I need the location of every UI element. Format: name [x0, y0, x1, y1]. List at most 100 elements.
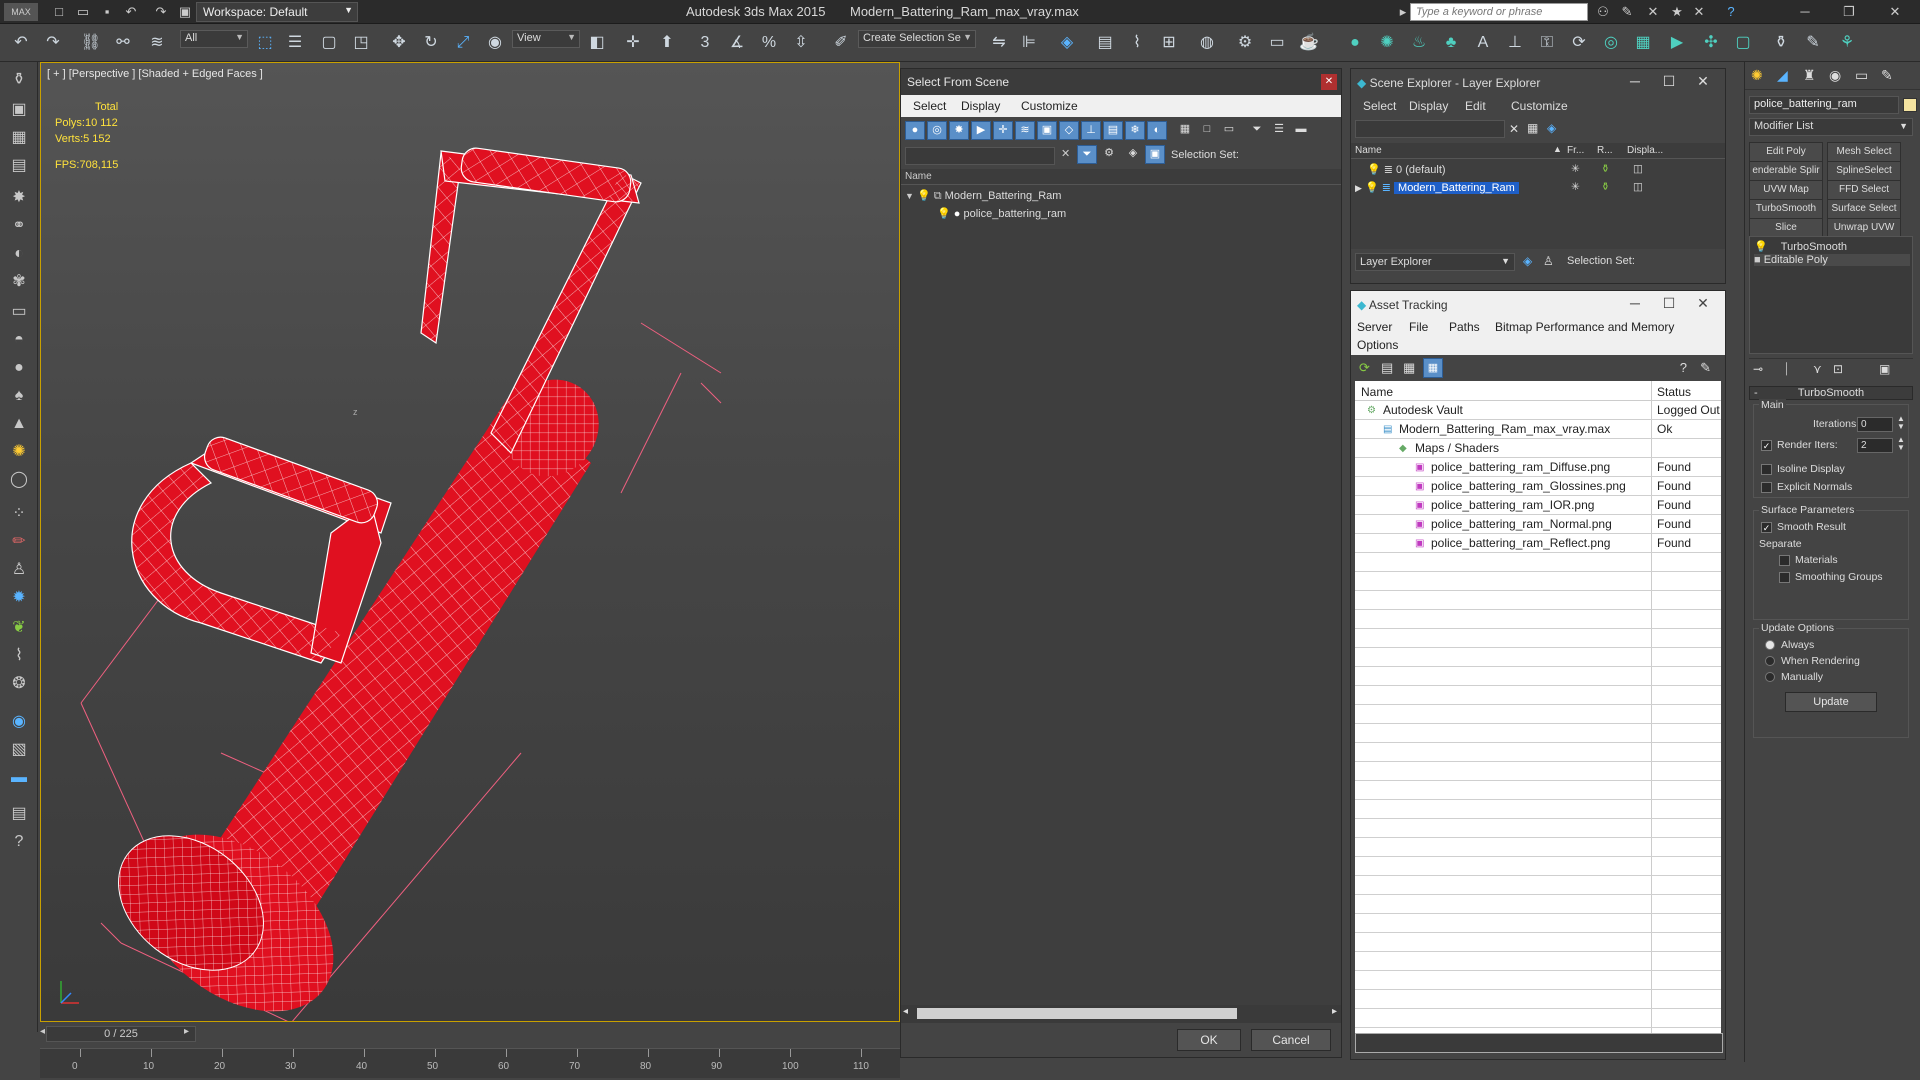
filter-options-icon[interactable]: ☰ [1269, 121, 1289, 140]
utilities-tab-icon[interactable]: ✎ [1881, 67, 1893, 84]
manage-icon[interactable]: ▧ [7, 738, 31, 762]
refresh-icon[interactable]: ⟳ [1359, 360, 1370, 376]
object-color-swatch[interactable] [1903, 98, 1917, 112]
sphere-icon[interactable]: ◎ [1600, 32, 1622, 54]
camera-icon[interactable]: ◐ [7, 242, 31, 266]
minimize-icon[interactable]: ─ [1625, 295, 1645, 313]
sun-icon[interactable]: ✺ [7, 440, 31, 464]
dots-icon[interactable]: ⁘ [7, 502, 31, 526]
scene-search-input[interactable] [905, 147, 1055, 165]
status-path-field[interactable] [1355, 1033, 1723, 1053]
horizontal-scrollbar[interactable]: ◂ ▸ [901, 1005, 1341, 1023]
curve-editor-icon[interactable]: ⌇ [1126, 32, 1148, 54]
clipboard-icon[interactable]: ▤ [7, 802, 31, 826]
favorites-icon[interactable]: ★ [1668, 3, 1686, 21]
sun-icon[interactable]: ✺ [1376, 32, 1398, 54]
scroll-thumb[interactable] [917, 1008, 1237, 1019]
time-ruler[interactable]: 0 10 20 30 40 50 60 70 80 90 100 110 [40, 1048, 900, 1078]
pivot-center-icon[interactable]: ◧ [586, 32, 608, 54]
teapot-icon[interactable]: ⚱ [7, 68, 31, 92]
selection-set-icon[interactable]: ▣ [1145, 145, 1165, 164]
display-none-icon[interactable]: □ [1197, 121, 1217, 140]
scroll-right-icon[interactable]: ▸ [1332, 1006, 1337, 1017]
modifier-button[interactable]: Slice [1749, 218, 1823, 238]
helper-icon[interactable]: ✣ [1700, 32, 1722, 54]
workspace-dropdown[interactable]: Workspace: Default ▼ [196, 2, 358, 22]
camera-filter-icon[interactable]: ▶ [971, 121, 991, 140]
stack-item[interactable]: ■ Editable Poly [1754, 254, 1910, 266]
snaps-toggle-icon[interactable]: 3 [694, 32, 716, 54]
scale-icon[interactable]: ⤢ [452, 32, 474, 54]
circle-icon[interactable]: ◯ [7, 468, 31, 492]
redo-icon[interactable]: ↷ [42, 32, 64, 54]
refresh-icon[interactable]: ⟳ [1568, 32, 1590, 54]
pin-stack-icon[interactable]: ⊸ [1753, 362, 1763, 376]
selection-filter-dropdown[interactable]: All ▼ [180, 30, 248, 48]
camera-icon[interactable]: ▶ [1666, 32, 1688, 54]
bone-icon[interactable]: ⊥ [1504, 32, 1526, 54]
schematic-view-icon[interactable]: ⊞ [1158, 32, 1180, 54]
xref-filter-icon[interactable]: ◇ [1059, 121, 1079, 140]
hierarchy-icon[interactable]: ✾ [7, 270, 31, 294]
explicit-normals-checkbox[interactable] [1761, 482, 1772, 493]
globe-icon[interactable]: ✹ [7, 586, 31, 610]
edit-named-selection-icon[interactable]: ✐ [830, 32, 852, 54]
display-box-icon[interactable]: ◫ [1633, 181, 1643, 193]
group-filter-icon[interactable]: ▣ [1037, 121, 1057, 140]
hierarchy-tab-icon[interactable]: ♜ [1803, 67, 1816, 84]
column-render[interactable]: R... [1597, 145, 1613, 156]
light-bulb-icon[interactable]: 💡 [917, 190, 931, 202]
hidden-filter-icon[interactable]: ◐ [1147, 121, 1167, 140]
thumbnail-view-icon[interactable]: ▦ [1403, 360, 1415, 376]
modifier-button[interactable]: Surface Select [1827, 199, 1901, 219]
modifier-button[interactable]: SplineSelect [1827, 161, 1901, 181]
text-icon[interactable]: A [1472, 32, 1494, 54]
bind-spacewarp-icon[interactable]: ≋ [146, 32, 168, 54]
bone-filter-icon[interactable]: ⊥ [1081, 121, 1101, 140]
table-row[interactable]: ▣ police_battering_ram_Normal.png Found [1355, 515, 1721, 534]
close-icon[interactable]: ✕ [1693, 295, 1713, 313]
menu-server[interactable]: Server [1357, 320, 1392, 334]
invert-display-icon[interactable]: ▭ [1219, 121, 1239, 140]
expand-arrow-icon[interactable]: ▶ [1355, 183, 1362, 193]
menu-file[interactable]: File [1409, 320, 1428, 334]
modifier-button[interactable]: UVW Map [1749, 180, 1823, 200]
percent-snap-icon[interactable]: % [758, 32, 780, 54]
cancel-button[interactable]: Cancel [1251, 1029, 1331, 1051]
column-status[interactable]: Status [1657, 385, 1691, 399]
help-options-icon[interactable]: ✎ [1700, 360, 1711, 376]
object-name-field[interactable]: police_battering_ram [1749, 96, 1899, 114]
display-box-icon[interactable]: ◫ [1633, 163, 1643, 175]
lock-icon[interactable]: ⚿ [1536, 32, 1558, 54]
render-teapot-icon[interactable]: ⚱ [1601, 181, 1610, 193]
populate-icon[interactable]: ♨ [1408, 32, 1430, 54]
shape-icon[interactable]: ▢ [1732, 32, 1754, 54]
geometry-filter-icon[interactable]: ● [905, 121, 925, 140]
search-input[interactable]: Type a keyword or phrase [1410, 3, 1588, 21]
window-crossing-icon[interactable]: ◳ [350, 32, 372, 54]
tree-row[interactable]: 💡 ● police_battering_ram [937, 205, 1066, 223]
select-by-name-icon[interactable]: ☰ [284, 32, 306, 54]
show-end-result-icon[interactable]: ⏐ [1783, 362, 1790, 377]
redo-icon[interactable]: ↷ [152, 3, 170, 21]
always-radio[interactable] [1765, 640, 1775, 650]
column-name[interactable]: Name [1361, 385, 1393, 399]
link-chain-icon[interactable]: ⚭ [7, 214, 31, 238]
menu-display[interactable]: Display [961, 99, 1000, 113]
remove-modifier-icon[interactable]: ⊡ [1833, 362, 1843, 376]
render-iters-spinner[interactable]: 2 [1857, 438, 1893, 453]
shell-icon[interactable]: ❂ [7, 672, 31, 696]
menu-edit[interactable]: Edit [1465, 99, 1486, 113]
shape-filter-icon[interactable]: ◎ [927, 121, 947, 140]
spinner-arrows-icon[interactable]: ▲ ▼ [1897, 415, 1905, 431]
light-bulb-icon[interactable]: 💡 [1365, 182, 1379, 194]
unlink-icon[interactable]: ⚯ [112, 32, 134, 54]
menu-bitmap-performance[interactable]: Bitmap Performance and Memory [1495, 320, 1674, 334]
light-bulb-icon[interactable]: 💡 [1754, 241, 1768, 253]
materials-checkbox[interactable] [1779, 555, 1790, 566]
update-button[interactable]: Update [1785, 692, 1877, 712]
cone-icon[interactable]: ▲ [7, 412, 31, 436]
table-view-icon[interactable]: ▦ [1423, 358, 1443, 378]
perspective-viewport[interactable]: [ + ] [Perspective ] [Shaded + Edged Fac… [40, 62, 900, 1022]
new-file-icon[interactable]: □ [50, 3, 68, 21]
